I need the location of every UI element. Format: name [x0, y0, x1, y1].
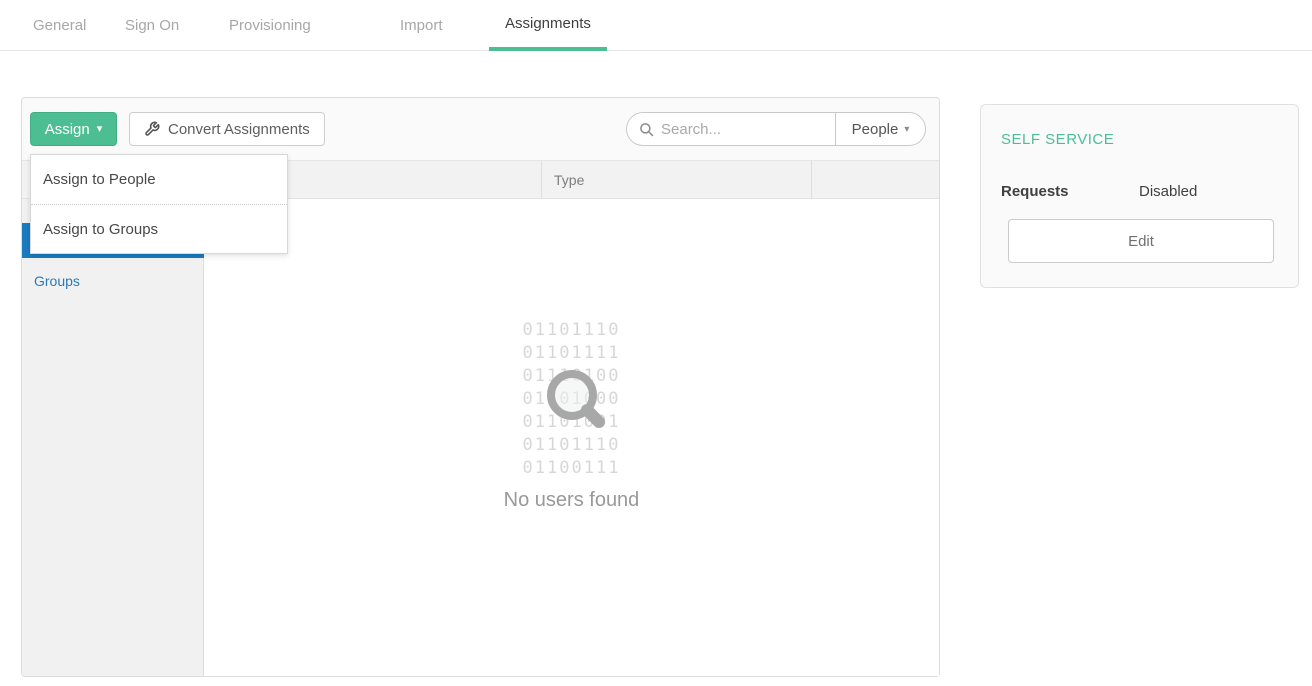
binary-line: 01101110: [204, 434, 939, 457]
edit-button-label: Edit: [1128, 233, 1154, 250]
tab-assignments[interactable]: Assignments: [489, 0, 607, 51]
search-box[interactable]: [626, 112, 835, 146]
self-service-panel: SELF SERVICE Requests Disabled Edit: [980, 104, 1299, 288]
empty-state-message: No users found: [204, 489, 939, 512]
search-icon: [639, 122, 654, 137]
tab-provisioning[interactable]: Provisioning: [213, 0, 327, 51]
search-input[interactable]: [661, 121, 811, 138]
search-group: People ▾: [626, 112, 926, 146]
assignments-panel: Assign ▾ Convert Assignments: [21, 97, 940, 677]
sidebar-item-groups[interactable]: Groups: [22, 265, 204, 297]
binary-line: 01101110: [204, 319, 939, 342]
search-scope-select[interactable]: People ▾: [835, 112, 926, 146]
menu-item-assign-to-groups[interactable]: Assign to Groups: [31, 204, 287, 253]
magnifier-icon: [542, 365, 610, 433]
chevron-down-icon: ▾: [904, 124, 909, 135]
assign-button-label: Assign: [45, 121, 90, 138]
requests-value: Disabled: [1139, 183, 1197, 200]
chevron-down-icon: ▾: [97, 124, 103, 135]
self-service-title: SELF SERVICE: [1001, 131, 1114, 148]
tab-general[interactable]: General: [17, 0, 102, 51]
tab-import[interactable]: Import: [384, 0, 459, 51]
wrench-icon: [144, 121, 160, 137]
requests-label: Requests: [1001, 183, 1069, 200]
column-divider: [541, 161, 542, 199]
convert-assignments-button[interactable]: Convert Assignments: [129, 112, 325, 146]
column-divider: [811, 161, 812, 199]
assignments-toolbar: Assign ▾ Convert Assignments: [22, 98, 939, 161]
binary-line: 01101111: [204, 342, 939, 365]
tab-sign-on[interactable]: Sign On: [109, 0, 195, 51]
empty-state: 01101110 01101111 01110100 01101000 0110…: [204, 199, 939, 676]
edit-button[interactable]: Edit: [1008, 219, 1274, 263]
assign-button[interactable]: Assign ▾: [30, 112, 117, 146]
assign-dropdown-menu: Assign to People Assign to Groups: [30, 154, 288, 254]
convert-assignments-label: Convert Assignments: [168, 121, 310, 138]
binary-line: 01100111: [204, 457, 939, 480]
search-scope-value: People: [852, 121, 899, 138]
app-tabs-bar: General Sign On Provisioning Import Assi…: [0, 0, 1312, 51]
assignments-sidebar: Groups: [22, 199, 204, 676]
column-header-type[interactable]: Type: [554, 161, 584, 199]
menu-item-assign-to-people[interactable]: Assign to People: [31, 155, 287, 204]
